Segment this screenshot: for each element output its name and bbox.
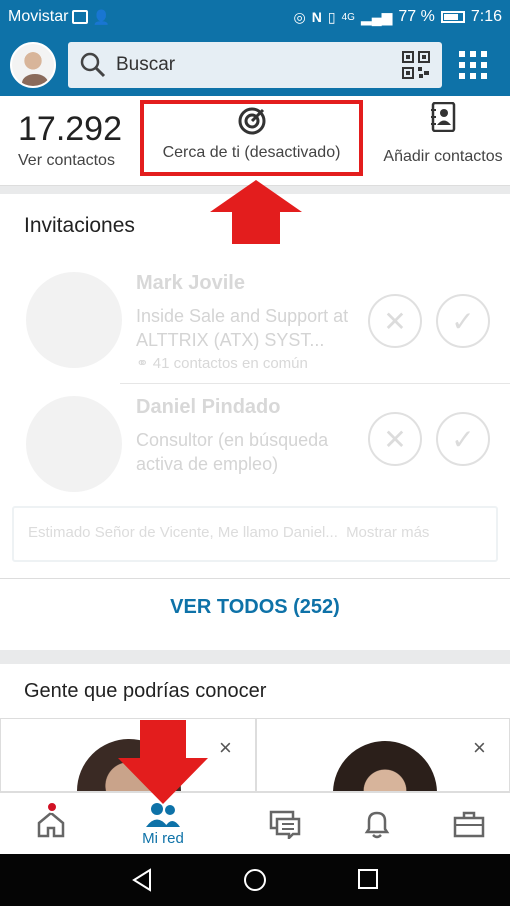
nearby-label: Cerca de ti (desactivado) [162, 144, 341, 161]
pymk-title: Gente que podrías conocer [24, 680, 267, 702]
nav-jobs[interactable] [418, 793, 510, 855]
briefcase-icon [453, 811, 485, 838]
add-contacts-label: Añadir contactos [383, 148, 503, 165]
search-label: Buscar [116, 54, 176, 75]
mutual-icon: ⚭ [136, 355, 153, 372]
pymk-card[interactable]: × [256, 718, 510, 792]
mutual-connections: ⚭ 41 contactos en común [136, 354, 308, 372]
connections-label: Ver contactos [18, 152, 115, 169]
signal-icon: ▂▄▆ [360, 8, 393, 25]
carrier-area: Movistar 👤 [8, 8, 110, 26]
invitations-title: Invitaciones [24, 214, 135, 237]
profile-photo [26, 272, 122, 368]
invitation-headline: Inside Sale and Support at ALTTRIX (ATX)… [136, 306, 349, 350]
home-circle-icon[interactable] [242, 868, 268, 894]
nav-messages[interactable] [234, 793, 336, 855]
add-contacts-button[interactable]: Añadir contactos [378, 102, 508, 166]
invitation-name: Mark Jovile [136, 272, 245, 294]
people-icon [146, 802, 180, 827]
clock: 7:16 [470, 8, 502, 25]
home-icon [37, 811, 65, 838]
profile-photo [333, 741, 437, 791]
accept-button[interactable]: ✓ [436, 412, 490, 466]
app-header: Buscar [0, 34, 510, 96]
close-icon[interactable]: × [219, 735, 232, 761]
invitation-headline: Consultor (en búsqueda activa de empleo) [136, 430, 329, 474]
ignore-button[interactable]: ✕ [368, 294, 422, 348]
recents-icon[interactable] [356, 868, 380, 892]
invitation-item[interactable]: Daniel Pindado Consultor (en búsqueda ac… [24, 396, 510, 516]
message-preview: Estimado Señor de Vicente, Me llamo Dani… [28, 524, 338, 541]
nav-label: Mi red [142, 829, 184, 847]
row-divider [0, 578, 510, 579]
search-bar[interactable]: Buscar [68, 42, 442, 88]
nfc-icon: N [311, 9, 322, 25]
nearby-button[interactable]: Cerca de ti (desactivado) [140, 100, 363, 176]
qr-code-icon[interactable] [402, 51, 430, 79]
profile-photo [26, 396, 122, 492]
arrow-up-icon [210, 180, 302, 244]
network-summary: 17.292 Ver contactos Cerca de ti (desact… [0, 96, 510, 186]
radar-icon [238, 107, 265, 135]
status-bar: Movistar 👤 ◎ N ▯ 4G ▂▄▆ 77 % 7:16 [0, 0, 510, 34]
apps-grid-icon[interactable] [458, 50, 488, 80]
close-icon[interactable]: × [473, 735, 486, 761]
accept-button[interactable]: ✓ [436, 294, 490, 348]
connections-count: 17.292 [18, 110, 122, 148]
mail-icon [72, 10, 89, 24]
status-right: ◎ N ▯ 4G ▂▄▆ 77 % 7:16 [294, 8, 502, 26]
address-book-icon [431, 102, 456, 132]
invitation-item[interactable]: Mark Jovile Inside Sale and Support at A… [24, 272, 510, 392]
hotspot-icon: ◎ [293, 8, 306, 25]
notification-dot [46, 801, 58, 813]
row-divider [120, 383, 510, 384]
arrow-down-icon [118, 720, 208, 804]
system-nav-bar [0, 854, 510, 906]
avatar[interactable] [10, 42, 56, 88]
nav-home[interactable] [0, 793, 102, 855]
vibrate-icon: ▯ [327, 8, 336, 25]
bell-icon [364, 811, 390, 839]
show-more-link[interactable]: Mostrar más [346, 524, 429, 541]
section-divider [0, 650, 510, 664]
ignore-button[interactable]: ✕ [368, 412, 422, 466]
signal-label: 4G [341, 11, 355, 23]
person-add-icon: 👤 [92, 8, 110, 25]
nav-notifications[interactable] [326, 793, 428, 855]
see-all-button[interactable]: VER TODOS (252) [0, 596, 510, 619]
messages-icon [269, 810, 301, 839]
back-icon[interactable] [130, 868, 154, 892]
invitation-message[interactable]: Estimado Señor de Vicente, Me llamo Dani… [12, 506, 498, 562]
battery-icon [440, 11, 465, 23]
battery-percent: 77 % [398, 8, 435, 25]
bottom-nav: Mi red [0, 792, 510, 854]
invitation-name: Daniel Pindado [136, 396, 281, 418]
mutual-label: 41 contactos en común [152, 355, 308, 372]
search-icon [80, 52, 106, 78]
carrier-label: Movistar [8, 8, 69, 25]
